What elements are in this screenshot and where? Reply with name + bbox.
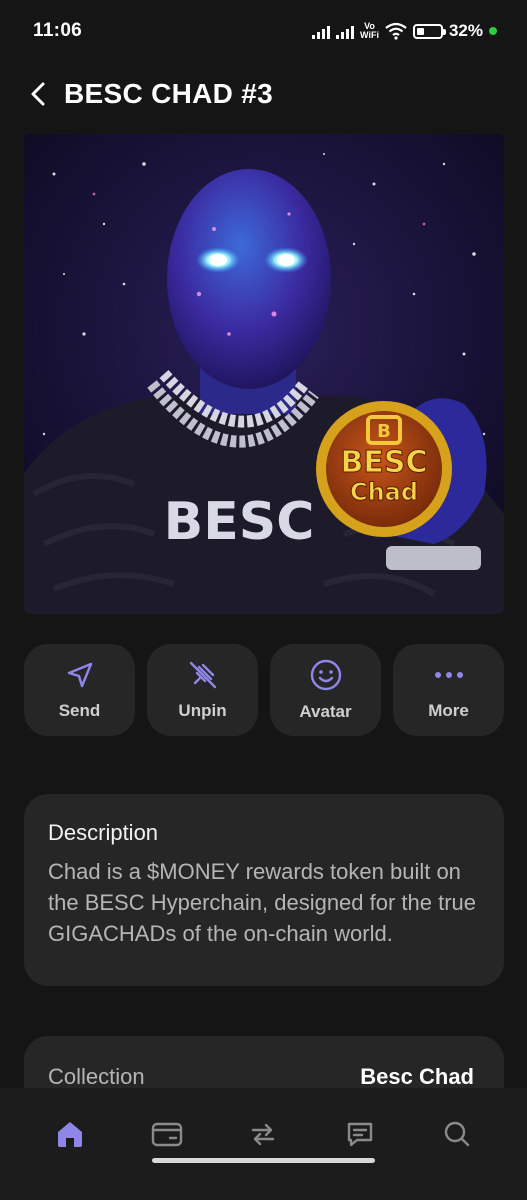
battery-icon bbox=[412, 23, 446, 39]
header: BESC CHAD #3 bbox=[0, 62, 527, 126]
more-button[interactable]: More bbox=[393, 644, 504, 736]
search-icon bbox=[444, 1121, 469, 1147]
wifi-icon bbox=[385, 22, 407, 40]
smiley-icon bbox=[310, 659, 341, 691]
avatar-label: Avatar bbox=[299, 702, 352, 721]
more-label: More bbox=[428, 701, 469, 720]
shirt-text: BESC bbox=[164, 492, 315, 552]
unpin-icon bbox=[189, 661, 216, 689]
swap-icon bbox=[252, 1123, 275, 1146]
signal-icon bbox=[312, 23, 331, 39]
battery-percent: 32% bbox=[448, 21, 483, 40]
nft-image[interactable]: BESC B BESC Chad bbox=[24, 134, 504, 614]
home-icon bbox=[58, 1122, 83, 1147]
home-indicator[interactable] bbox=[152, 1158, 375, 1163]
vowifi-icon: Vo WiFi bbox=[360, 22, 379, 40]
nav-messages[interactable] bbox=[330, 1114, 390, 1154]
chevron-left-icon bbox=[31, 82, 45, 106]
description-title: Description bbox=[48, 820, 159, 845]
status-time: 11:06 bbox=[33, 20, 83, 41]
nav-home[interactable] bbox=[40, 1114, 100, 1154]
nav-wallet[interactable] bbox=[137, 1114, 197, 1154]
send-label: Send bbox=[58, 701, 101, 720]
avatar-button[interactable]: Avatar bbox=[270, 644, 381, 736]
unpin-label: Unpin bbox=[178, 701, 227, 720]
nav-swap[interactable] bbox=[233, 1114, 293, 1154]
status-icons: Vo WiFi 32% bbox=[312, 21, 497, 41]
coin-emblem: B bbox=[377, 421, 391, 442]
wallet-icon bbox=[151, 1122, 183, 1147]
nft-artwork: BESC B BESC Chad bbox=[24, 134, 504, 614]
vowifi-bottom: WiFi bbox=[360, 30, 379, 40]
more-dots-icon bbox=[434, 672, 463, 678]
page-title: BESC CHAD #3 bbox=[64, 78, 273, 109]
send-button[interactable]: Send bbox=[24, 644, 135, 736]
status-bar: 11:06 Vo WiFi 32% bbox=[0, 0, 527, 62]
signal-icon bbox=[336, 23, 355, 39]
coin-text-top: BESC bbox=[341, 445, 428, 480]
back-button[interactable] bbox=[22, 78, 54, 110]
nav-search[interactable] bbox=[427, 1114, 487, 1154]
chat-icon bbox=[347, 1122, 373, 1147]
privacy-indicator-dot bbox=[489, 27, 497, 35]
coin-text-bottom: Chad bbox=[350, 478, 418, 506]
bottom-nav bbox=[0, 1088, 527, 1200]
action-bar: Send Unpin Avatar More bbox=[24, 644, 504, 736]
description-card: Description Chad is a $MONEY rewards tok… bbox=[24, 794, 504, 986]
description-text: Chad is a $MONEY rewards token built on … bbox=[48, 859, 477, 946]
unpin-button[interactable]: Unpin bbox=[147, 644, 258, 736]
send-icon bbox=[67, 662, 92, 688]
